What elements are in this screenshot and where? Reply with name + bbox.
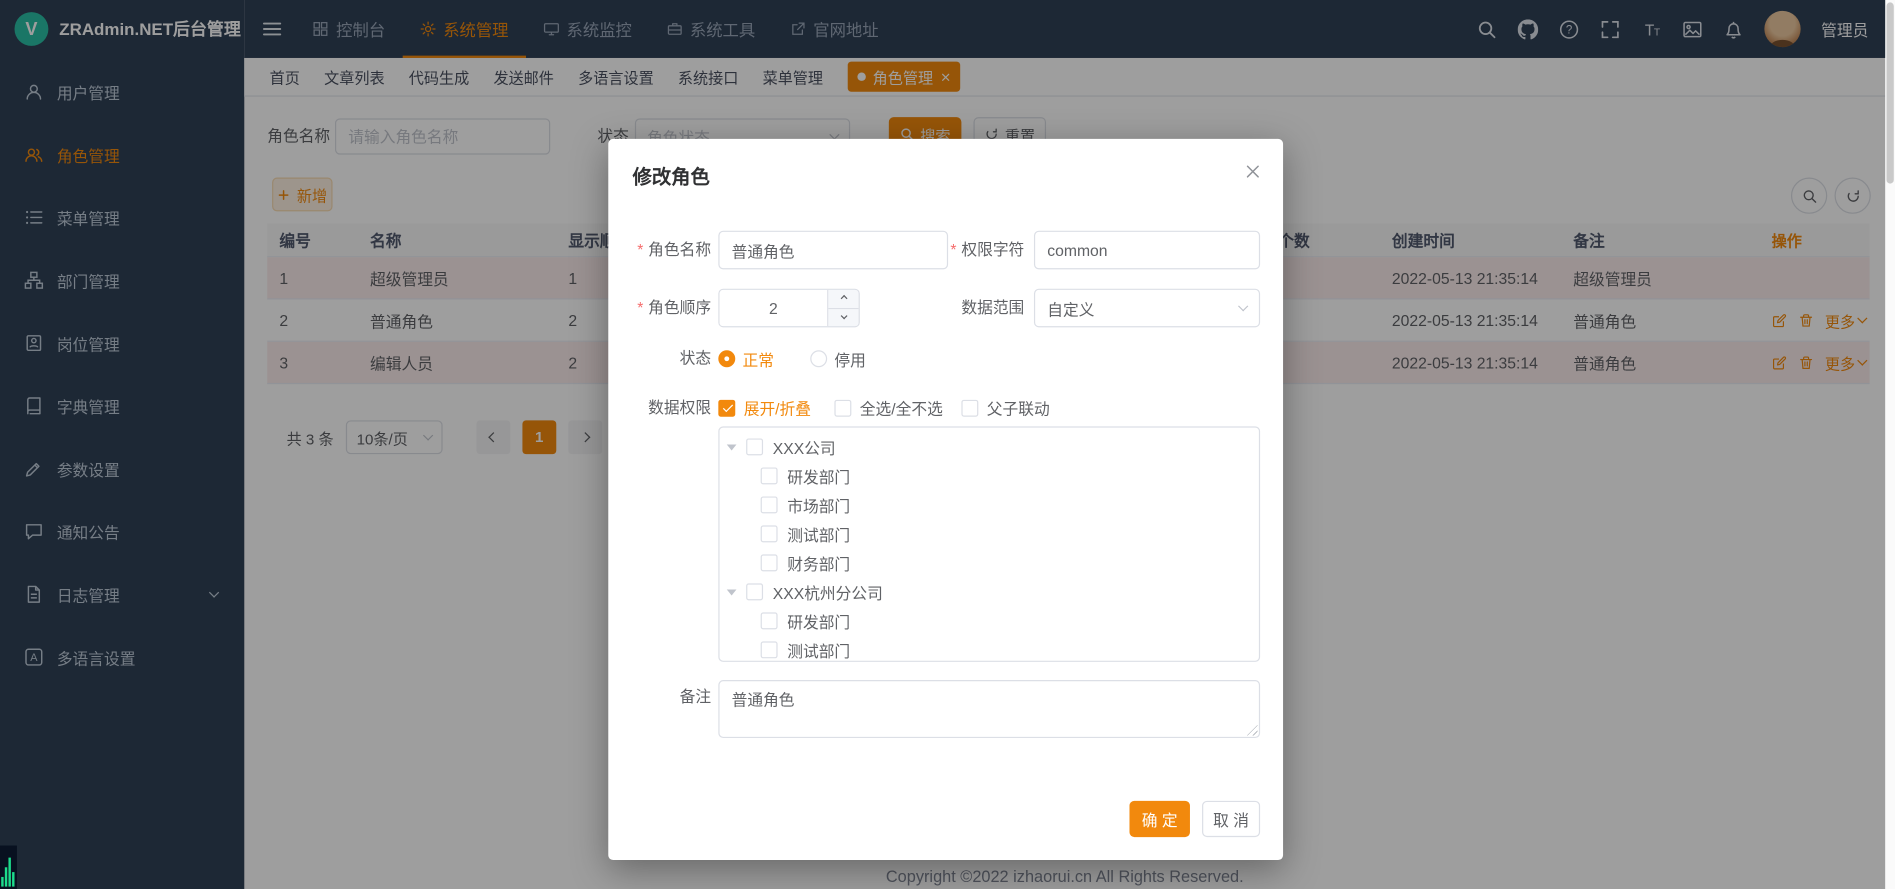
data-scope-label: 数据范围 bbox=[911, 289, 1025, 328]
tree-node-label: 测试部门 bbox=[787, 522, 850, 545]
app-window: V ZRAdmin.NET后台管理 用户管理 角色管理 菜单管理 部门管理 bbox=[0, 0, 1895, 889]
checkbox-icon[interactable] bbox=[761, 612, 778, 629]
checkbox-icon[interactable] bbox=[746, 438, 763, 455]
tree-node-label: XXX公司 bbox=[773, 435, 836, 458]
checkbox-icon bbox=[718, 399, 735, 416]
role-order-stepper bbox=[718, 289, 859, 328]
page-scrollbar[interactable] bbox=[1885, 0, 1895, 889]
tree-node[interactable]: 研发部门 bbox=[720, 461, 1259, 490]
remark-textarea-wrap: 普通角色 bbox=[718, 680, 1260, 738]
checkbox-icon bbox=[961, 399, 978, 416]
increment-button[interactable] bbox=[828, 290, 858, 309]
checkbox-parent-child-link[interactable]: 父子联动 bbox=[961, 396, 1049, 419]
remark-label: 备注 bbox=[608, 685, 711, 709]
data-scope-value: 自定义 bbox=[1047, 297, 1094, 320]
edit-role-dialog: 修改角色 角色名称 权限字符 角色顺序 数据范围 自定义 状态 正常 bbox=[608, 139, 1283, 860]
data-scope-select[interactable]: 自定义 bbox=[1034, 289, 1260, 328]
perm-char-input[interactable] bbox=[1034, 231, 1260, 270]
checkbox-label: 父子联动 bbox=[987, 396, 1050, 419]
role-order-input[interactable] bbox=[720, 290, 828, 326]
radio-dot-icon bbox=[718, 350, 735, 367]
decrement-button[interactable] bbox=[828, 309, 858, 327]
tree-node[interactable]: 测试部门 bbox=[720, 635, 1259, 662]
role-name-label: 角色名称 bbox=[608, 231, 711, 270]
caret-down-icon[interactable] bbox=[727, 589, 737, 595]
close-icon[interactable] bbox=[1244, 163, 1261, 180]
tree-node-label: 市场部门 bbox=[787, 493, 850, 516]
confirm-button[interactable]: 确 定 bbox=[1129, 801, 1189, 837]
checkbox-select-all[interactable]: 全选/全不选 bbox=[834, 396, 942, 419]
checkbox-icon[interactable] bbox=[761, 525, 778, 542]
status-radio-group: 正常 停用 bbox=[718, 347, 866, 371]
tree-node[interactable]: 测试部门 bbox=[720, 519, 1259, 548]
checkbox-icon[interactable] bbox=[761, 467, 778, 484]
data-permission-label: 数据权限 bbox=[608, 396, 711, 420]
radio-status-disabled[interactable]: 停用 bbox=[810, 347, 866, 370]
checkbox-expand-collapse[interactable]: 展开/折叠 bbox=[718, 396, 811, 419]
checkbox-icon[interactable] bbox=[761, 641, 778, 658]
cancel-button[interactable]: 取 消 bbox=[1202, 801, 1260, 837]
checkbox-icon[interactable] bbox=[746, 583, 763, 600]
tree-node-label: 测试部门 bbox=[787, 638, 850, 661]
tree-node[interactable]: 财务部门 bbox=[720, 548, 1259, 577]
role-order-label: 角色顺序 bbox=[608, 289, 711, 328]
perm-char-label: 权限字符 bbox=[911, 231, 1025, 270]
dialog-title: 修改角色 bbox=[632, 161, 709, 190]
radio-label: 正常 bbox=[743, 347, 774, 370]
stepper-buttons bbox=[827, 290, 858, 326]
radio-status-normal[interactable]: 正常 bbox=[718, 347, 774, 370]
radio-dot-icon bbox=[810, 350, 827, 367]
tree-node[interactable]: 市场部门 bbox=[720, 490, 1259, 519]
tree-node-label: 财务部门 bbox=[787, 551, 850, 574]
chevron-down-icon bbox=[840, 312, 847, 319]
tree-node-label: 研发部门 bbox=[787, 609, 850, 632]
checkbox-label: 展开/折叠 bbox=[744, 396, 811, 419]
chevron-down-icon bbox=[1238, 301, 1248, 311]
radio-label: 停用 bbox=[834, 347, 865, 370]
scrollbar-thumb[interactable] bbox=[1887, 2, 1894, 183]
checkbox-label: 全选/全不选 bbox=[860, 396, 943, 419]
tree-node[interactable]: XXX杭州分公司 bbox=[720, 577, 1259, 606]
chevron-up-icon bbox=[840, 295, 847, 302]
tree-node[interactable]: XXX公司 bbox=[720, 432, 1259, 461]
remark-textarea[interactable]: 普通角色 bbox=[718, 680, 1260, 738]
tree-node[interactable]: 研发部门 bbox=[720, 606, 1259, 635]
checkbox-icon[interactable] bbox=[761, 496, 778, 513]
caret-down-icon[interactable] bbox=[727, 444, 737, 450]
checkbox-icon bbox=[834, 399, 851, 416]
tree-node-label: XXX杭州分公司 bbox=[773, 580, 883, 603]
stats-monitor bbox=[0, 846, 17, 889]
permission-tree: XXX公司 研发部门 市场部门 测试部门 财务部门 XXX杭州分公司 bbox=[718, 426, 1260, 662]
checkbox-icon[interactable] bbox=[761, 554, 778, 571]
status-label: 状态 bbox=[608, 347, 711, 371]
tree-node-label: 研发部门 bbox=[787, 464, 850, 487]
